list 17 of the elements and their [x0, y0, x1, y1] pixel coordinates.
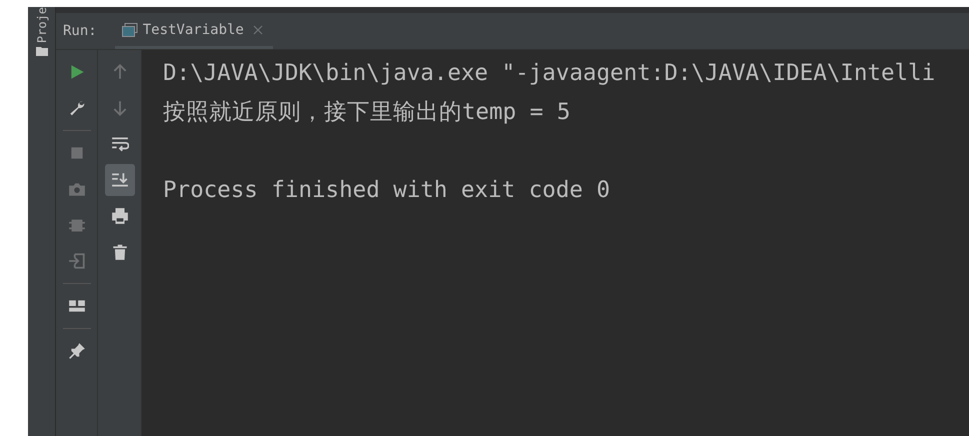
window-icon — [122, 22, 138, 36]
printer-icon — [110, 207, 128, 225]
trash-icon — [110, 243, 128, 261]
down-arrow-icon — [110, 99, 128, 117]
tab-label: TestVariable — [142, 22, 244, 38]
scroll-to-end-icon — [110, 171, 128, 189]
console-line: 按照就近原则，接下里输出的temp = 5 — [163, 98, 572, 127]
exit-icon — [68, 252, 86, 270]
panel-title: Run: — [62, 23, 98, 39]
wrench-icon — [68, 99, 86, 117]
wrap-icon — [110, 135, 128, 153]
console-line: D:\JAVA\JDK\bin\java.exe "-javaagent:D:\JAVA\IDEA\Intelli — [163, 59, 936, 88]
toolbar-button[interactable] — [104, 164, 134, 196]
folder-icon[interactable] — [36, 46, 48, 56]
console-line: Process finished with exit code 0 — [163, 176, 612, 205]
pin-icon — [68, 342, 86, 360]
project-tab[interactable]: Proje — [34, 7, 50, 44]
